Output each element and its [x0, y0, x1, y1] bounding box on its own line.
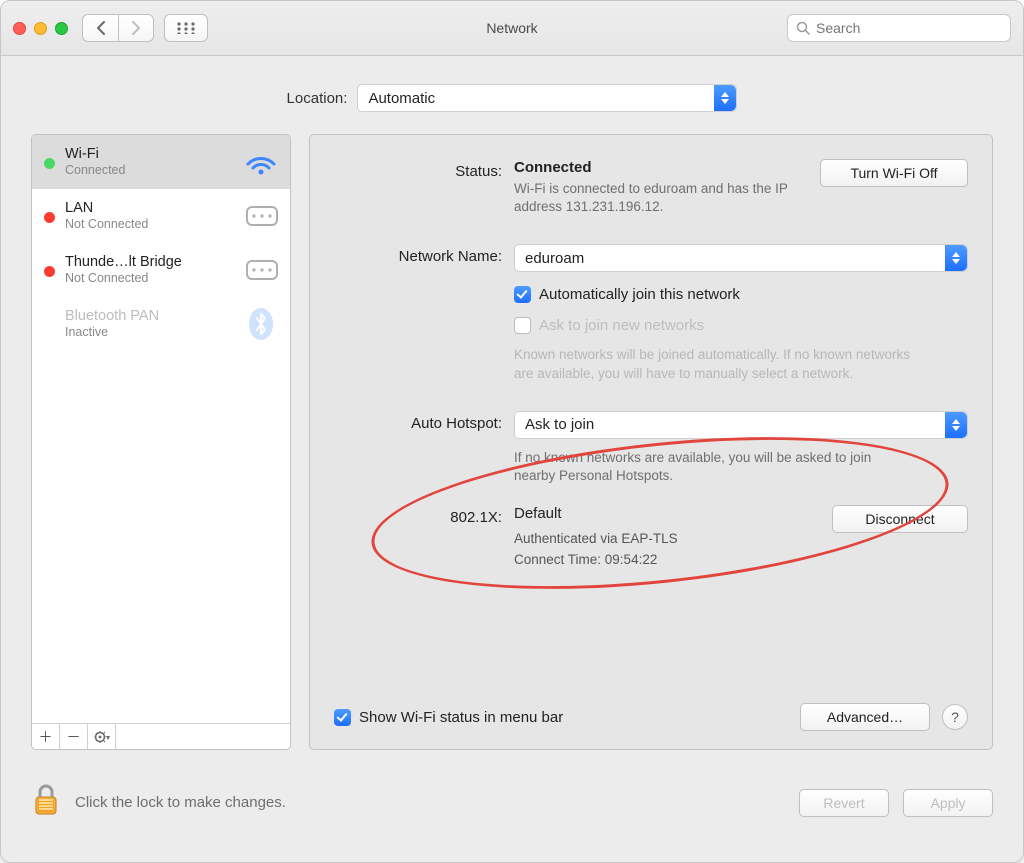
service-status: Not Connected [65, 217, 242, 232]
window-footer: Click the lock to make changes. Revert A… [1, 768, 1023, 847]
nav-buttons [82, 14, 154, 42]
status-label: Status: [334, 159, 514, 216]
revert-button[interactable]: Revert [799, 789, 889, 817]
service-text: Thunde…lt Bridge Not Connected [65, 254, 242, 286]
service-status: Not Connected [65, 271, 242, 286]
service-item-lan[interactable]: LAN Not Connected [32, 189, 290, 243]
zoom-icon[interactable] [55, 22, 68, 35]
auto-hotspot-field: Ask to join If no known networks are ava… [514, 411, 968, 485]
network-name-value: eduroam [525, 250, 584, 267]
gear-icon [93, 731, 111, 743]
service-status: Inactive [65, 325, 242, 340]
status-field: Connected Wi-Fi is connected to eduroam … [514, 159, 968, 216]
minimize-icon[interactable] [34, 22, 47, 35]
select-stepper-icon [945, 412, 967, 438]
checkbox-icon [334, 709, 351, 726]
service-name: Thunde…lt Bridge [65, 254, 242, 271]
window-controls [13, 22, 68, 35]
auto-hotspot-row: Auto Hotspot: Ask to join If no known ne… [334, 411, 968, 485]
panel-bottom-row: Show Wi-Fi status in menu bar Advanced… … [334, 703, 968, 731]
location-select[interactable]: Automatic [357, 84, 737, 112]
status-value: Connected [514, 159, 796, 176]
sidebar-footer: ＋ － [32, 723, 290, 749]
service-text: Wi-Fi Connected [65, 146, 242, 178]
checkbox-icon [514, 317, 531, 334]
ethernet-icon [242, 251, 280, 289]
service-name: LAN [65, 200, 242, 217]
services-sidebar: Wi-Fi Connected LAN Not Connected [31, 134, 291, 750]
apply-button[interactable]: Apply [903, 789, 993, 817]
service-item-thunderbolt[interactable]: Thunde…lt Bridge Not Connected [32, 243, 290, 297]
chevron-left-icon [96, 21, 106, 35]
service-list: Wi-Fi Connected LAN Not Connected [32, 135, 290, 723]
network-name-row: Network Name: eduroam Automatically join… [334, 244, 968, 382]
search-field[interactable] [787, 14, 1011, 42]
location-row: Location: Automatic [1, 56, 1023, 134]
select-stepper-icon [714, 85, 736, 111]
location-value: Automatic [368, 90, 435, 107]
ask-join-label: Ask to join new networks [539, 317, 704, 334]
bluetooth-icon [242, 305, 280, 343]
service-text: Bluetooth PAN Inactive [65, 308, 242, 340]
forward-button[interactable] [118, 14, 154, 42]
auto-hotspot-select[interactable]: Ask to join [514, 411, 968, 439]
service-name: Wi-Fi [65, 146, 242, 163]
service-text: LAN Not Connected [65, 200, 242, 232]
network-name-label: Network Name: [334, 244, 514, 382]
status-dot-icon [44, 266, 55, 277]
dot1x-row: 802.1X: Default Authenticated via EAP-TL… [334, 505, 968, 568]
status-dot-icon [44, 212, 55, 223]
auto-join-checkbox[interactable]: Automatically join this network [514, 286, 740, 303]
toolbar: Network [1, 1, 1023, 56]
search-icon [796, 21, 810, 35]
remove-service-button[interactable]: － [60, 724, 88, 749]
auto-join-label: Automatically join this network [539, 286, 740, 303]
ask-join-desc: Known networks will be joined automatica… [514, 346, 914, 382]
chevron-right-icon [131, 21, 141, 35]
service-name: Bluetooth PAN [65, 308, 242, 325]
service-actions-button[interactable] [88, 724, 116, 749]
select-stepper-icon [945, 245, 967, 271]
service-status: Connected [65, 163, 242, 178]
auto-hotspot-label: Auto Hotspot: [334, 411, 514, 485]
grid-icon [177, 22, 195, 34]
ask-join-checkbox[interactable]: Ask to join new networks [514, 317, 704, 334]
show-all-button[interactable] [164, 14, 208, 42]
turn-wifi-off-button[interactable]: Turn Wi-Fi Off [820, 159, 968, 187]
search-input[interactable] [816, 20, 1002, 36]
service-item-wifi[interactable]: Wi-Fi Connected [32, 135, 290, 189]
close-icon[interactable] [13, 22, 26, 35]
dot1x-time: Connect Time: 09:54:22 [514, 551, 808, 569]
network-name-field: eduroam Automatically join this network … [514, 244, 968, 382]
show-status-label: Show Wi-Fi status in menu bar [359, 709, 563, 726]
status-row: Status: Connected Wi-Fi is connected to … [334, 159, 968, 216]
network-name-select[interactable]: eduroam [514, 244, 968, 272]
disconnect-button[interactable]: Disconnect [832, 505, 968, 533]
add-service-button[interactable]: ＋ [32, 724, 60, 749]
window: Network Location: Automatic Wi-Fi Connec… [0, 0, 1024, 863]
location-label: Location: [287, 90, 348, 107]
lock-label: Click the lock to make changes. [75, 794, 286, 811]
dot1x-label: 802.1X: [334, 505, 514, 568]
wifi-icon [242, 143, 280, 181]
show-status-checkbox[interactable]: Show Wi-Fi status in menu bar [334, 709, 563, 726]
service-item-bluetooth[interactable]: Bluetooth PAN Inactive [32, 297, 290, 351]
dot1x-auth: Authenticated via EAP-TLS [514, 530, 808, 548]
help-button[interactable]: ? [942, 704, 968, 730]
status-desc: Wi-Fi is connected to eduroam and has th… [514, 180, 796, 216]
lock-icon[interactable] [31, 782, 61, 823]
main-area: Wi-Fi Connected LAN Not Connected [1, 134, 1023, 768]
advanced-button[interactable]: Advanced… [800, 703, 930, 731]
dot1x-field: Default Authenticated via EAP-TLS Connec… [514, 505, 968, 568]
dot1x-value: Default [514, 505, 808, 522]
status-dot-icon [44, 158, 55, 169]
auto-hotspot-value: Ask to join [525, 416, 594, 433]
details-panel: Status: Connected Wi-Fi is connected to … [309, 134, 993, 750]
checkbox-icon [514, 286, 531, 303]
back-button[interactable] [82, 14, 118, 42]
auto-hotspot-desc: If no known networks are available, you … [514, 449, 914, 485]
ethernet-icon [242, 197, 280, 235]
